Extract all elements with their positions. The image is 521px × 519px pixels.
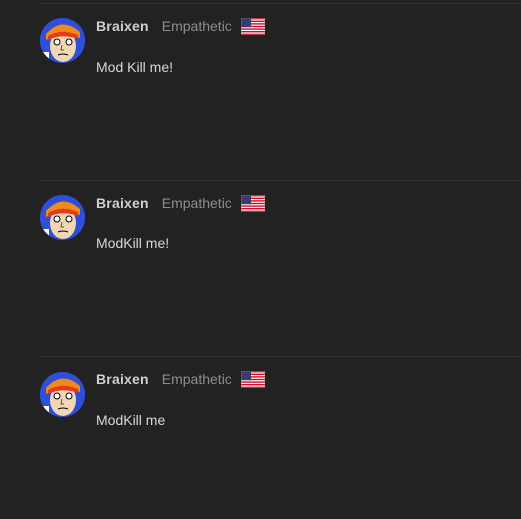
post: Braixen Empathetic Mod Kill me! <box>0 0 521 180</box>
post-header: Braixen Empathetic <box>96 16 265 36</box>
us-flag-icon <box>240 194 265 212</box>
avatar-image <box>40 18 85 63</box>
user-rank: Empathetic <box>161 371 232 387</box>
post: Braixen Empathetic ModKill me! <box>0 177 521 357</box>
avatar-image <box>40 195 85 240</box>
username-link[interactable]: Braixen <box>96 195 149 211</box>
user-rank: Empathetic <box>161 18 232 34</box>
avatar[interactable] <box>40 18 85 63</box>
post-divider <box>40 180 521 181</box>
post: Braixen Empathetic ModKill me <box>0 353 521 519</box>
post-divider <box>40 356 521 357</box>
avatar[interactable] <box>40 195 85 240</box>
user-rank: Empathetic <box>161 195 232 211</box>
avatar[interactable] <box>40 372 85 417</box>
post-message: Mod Kill me! <box>96 59 174 75</box>
post-header: Braixen Empathetic <box>96 369 265 389</box>
avatar-image <box>40 372 85 417</box>
us-flag-icon <box>240 370 265 388</box>
post-message: ModKill me! <box>96 235 170 251</box>
post-message: ModKill me <box>96 412 166 428</box>
username-link[interactable]: Braixen <box>96 18 149 34</box>
post-divider <box>40 3 521 4</box>
us-flag-icon <box>240 17 265 35</box>
post-header: Braixen Empathetic <box>96 193 265 213</box>
username-link[interactable]: Braixen <box>96 371 149 387</box>
